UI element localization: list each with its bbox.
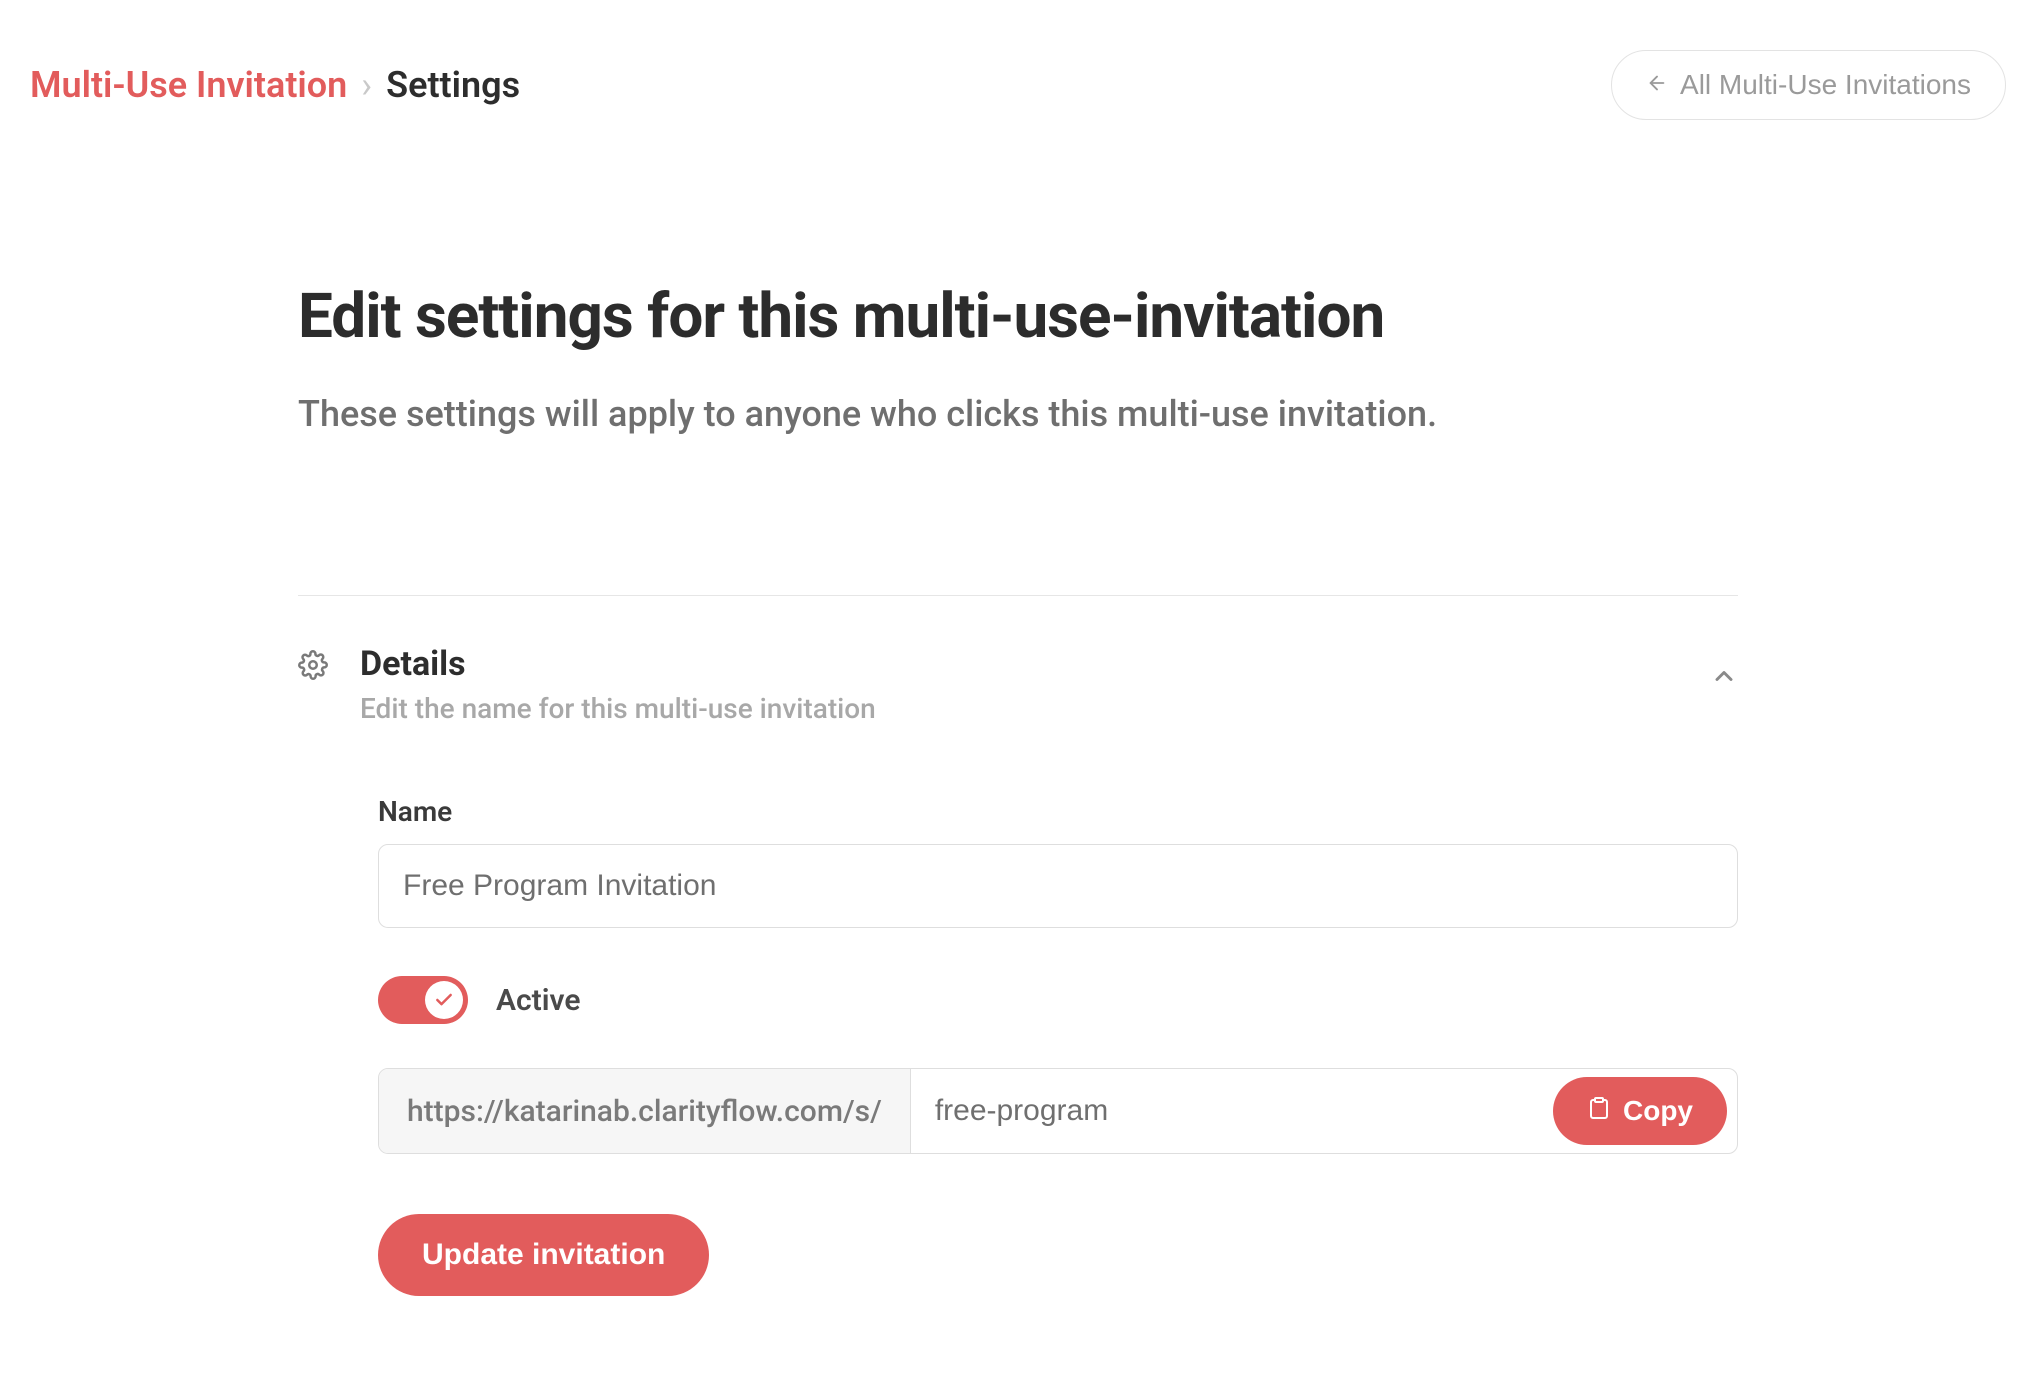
topbar: Multi-Use Invitation › Settings All Mult…: [30, 50, 2006, 120]
breadcrumb-current: Settings: [386, 64, 520, 106]
gear-icon: [298, 650, 328, 684]
breadcrumb: Multi-Use Invitation › Settings: [30, 64, 520, 106]
chevron-up-icon[interactable]: [1710, 644, 1738, 694]
active-toggle[interactable]: [378, 976, 468, 1024]
clipboard-icon: [1587, 1095, 1611, 1127]
page-subtitle: These settings will apply to anyone who …: [298, 393, 1738, 435]
content: Edit settings for this multi-use-invitat…: [158, 280, 1878, 1296]
breadcrumb-root[interactable]: Multi-Use Invitation: [30, 64, 347, 106]
chevron-right-icon: ›: [361, 64, 372, 106]
check-icon: [425, 981, 463, 1019]
details-form: Name Active https://katarinab.clarityflo…: [298, 795, 1738, 1296]
active-toggle-label: Active: [496, 983, 581, 1018]
all-invitations-button[interactable]: All Multi-Use Invitations: [1611, 50, 2006, 120]
all-invitations-label: All Multi-Use Invitations: [1680, 69, 1971, 101]
details-section-description: Edit the name for this multi-use invitat…: [360, 692, 1678, 725]
url-input-group: https://katarinab.clarityflow.com/s/ Cop…: [378, 1068, 1738, 1154]
page-title: Edit settings for this multi-use-invitat…: [298, 280, 1738, 353]
arrow-left-icon: [1646, 69, 1668, 101]
name-field-label: Name: [378, 795, 1738, 828]
section-divider: [298, 595, 1738, 596]
details-section-header[interactable]: Details Edit the name for this multi-use…: [298, 644, 1738, 725]
name-input[interactable]: [378, 844, 1738, 928]
copy-button-label: Copy: [1623, 1095, 1693, 1127]
copy-button[interactable]: Copy: [1553, 1077, 1727, 1145]
url-slug-input[interactable]: [911, 1069, 1553, 1153]
update-invitation-button[interactable]: Update invitation: [378, 1214, 709, 1296]
url-prefix: https://katarinab.clarityflow.com/s/: [379, 1069, 911, 1153]
details-section-title: Details: [360, 644, 1678, 684]
